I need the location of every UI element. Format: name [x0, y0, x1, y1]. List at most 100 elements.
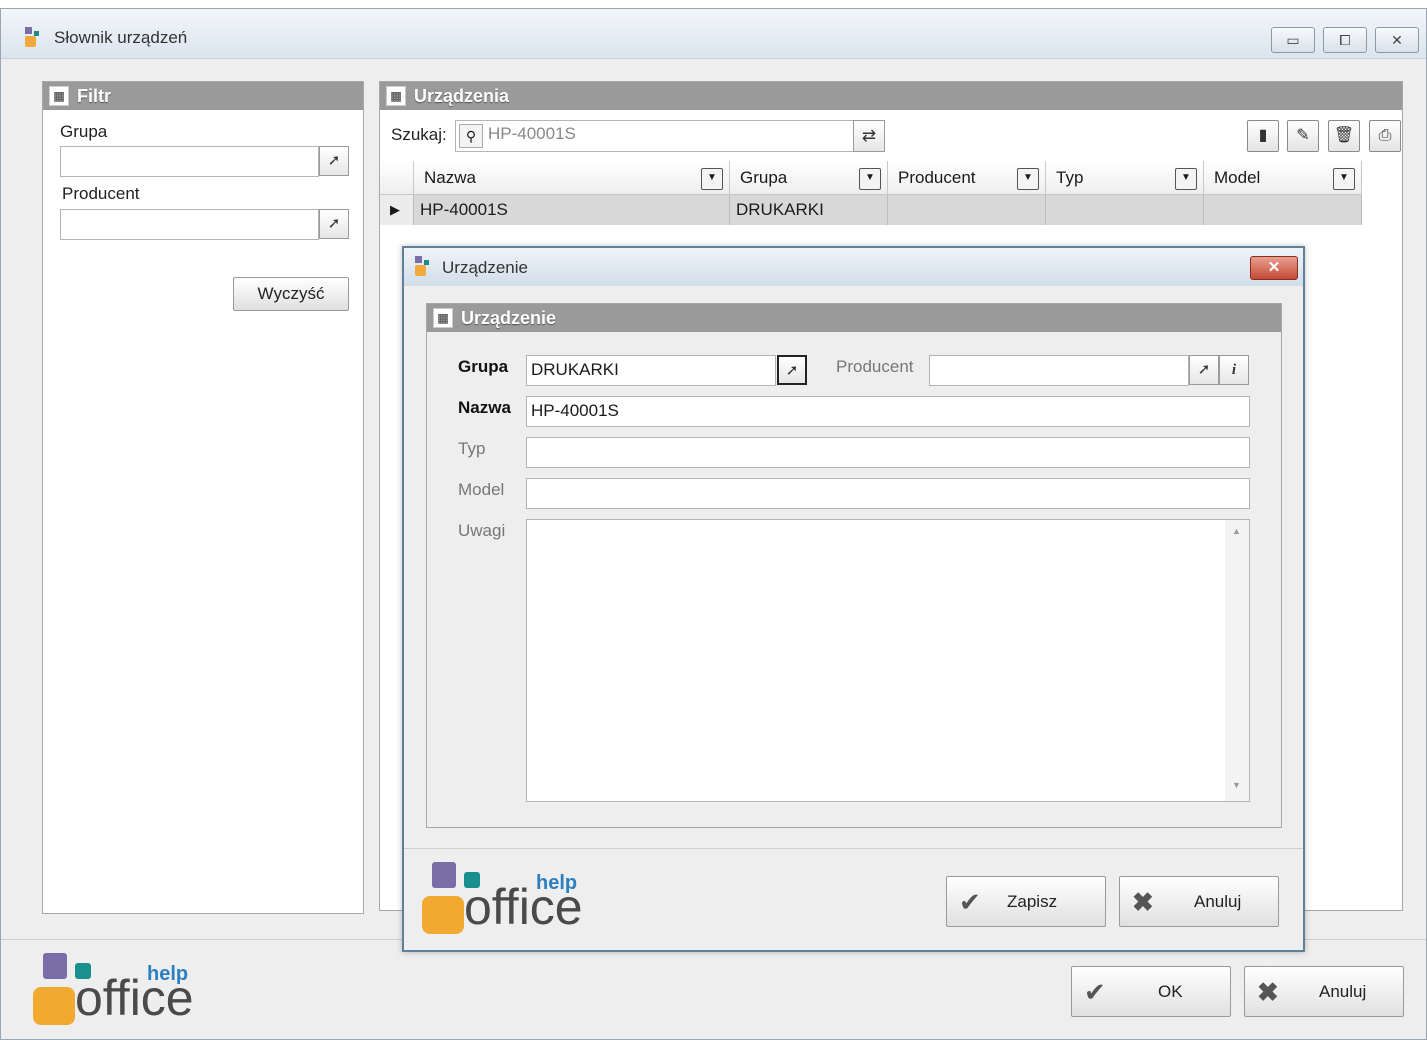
logo-office-text: office [75, 970, 194, 1026]
dialog-divider [404, 848, 1303, 849]
search-icon[interactable]: ⚲ [459, 124, 483, 148]
logo-office-text: office [464, 879, 583, 935]
close-window-button[interactable]: ✕ [1375, 27, 1419, 53]
nazwa-label: Nazwa [458, 398, 511, 417]
title-bar: Słownik urządzeń ▭ ⧠ ✕ [1, 9, 1426, 59]
cursor-icon: ➚ [327, 215, 341, 232]
uwagi-textarea[interactable] [526, 519, 1250, 802]
printer-icon: ⎙ [1378, 127, 1392, 144]
devices-grid: Nazwa ▼ Grupa ▼ Producent ▼ Typ ▼ Model … [380, 161, 1362, 227]
cross-icon: ✖ [1257, 977, 1279, 1007]
chevron-down-icon[interactable]: ▼ [859, 168, 881, 190]
app-icon [415, 256, 433, 278]
chevron-down-icon[interactable]: ▼ [1017, 168, 1039, 190]
new-document-icon: ▮ [1258, 127, 1268, 144]
cell-grupa[interactable]: DRUKARKI [730, 195, 888, 225]
search-input[interactable]: HP-40001S [455, 120, 855, 152]
minimize-icon: ▭ [1286, 32, 1300, 48]
dialog-cancel-label: Anuluj [1194, 892, 1242, 911]
filter-producent-pick-button[interactable]: ➚ [319, 209, 349, 239]
row-indicator-icon: ▶ [380, 195, 414, 225]
table-row[interactable]: ▶ HP-40001S DRUKARKI [380, 195, 1362, 225]
column-header-typ[interactable]: Typ ▼ [1046, 161, 1204, 195]
cell-nazwa[interactable]: HP-40001S [414, 195, 730, 225]
close-icon: ✕ [1391, 32, 1403, 48]
dialog-title-bar: Urządzenie ✕ [404, 248, 1303, 286]
device-panel: ▦ Urządzenie Grupa DRUKARKI ➚ Producent ➚… [426, 303, 1282, 828]
edit-button[interactable]: ✎ [1287, 120, 1319, 152]
column-header-label: Nazwa [424, 168, 476, 187]
main-cancel-button[interactable]: ✖ Anuluj [1244, 966, 1404, 1017]
main-cancel-label: Anuluj [1319, 982, 1367, 1001]
clear-filter-button[interactable]: Wyczyść [233, 277, 349, 311]
app-icon [25, 27, 43, 49]
cell-typ[interactable] [1046, 195, 1204, 225]
device-dialog: Urządzenie ✕ ▦ Urządzenie Grupa DRUKARKI … [402, 246, 1305, 952]
maximize-button[interactable]: ⧠ [1323, 27, 1367, 53]
cell-model[interactable] [1204, 195, 1362, 225]
checkmark-icon: ✔ [1084, 977, 1106, 1007]
nazwa-field[interactable]: HP-40001S [526, 396, 1250, 427]
help-office-logo: help office [31, 951, 211, 1031]
column-header-producent[interactable]: Producent ▼ [888, 161, 1046, 195]
grid-corner [380, 161, 414, 195]
column-header-label: Typ [1056, 168, 1084, 187]
info-icon: i [1231, 362, 1237, 378]
save-button[interactable]: ✔ Zapisz [946, 876, 1106, 927]
ok-button[interactable]: ✔ OK [1071, 966, 1231, 1017]
close-icon: ✕ [1267, 259, 1281, 276]
window-title: Słownik urządzeń [54, 28, 188, 47]
uwagi-label: Uwagi [458, 521, 506, 540]
producent-label: Producent [836, 357, 914, 376]
typ-field[interactable] [526, 437, 1250, 468]
trash-icon: 🗑 [1333, 127, 1355, 144]
chevron-down-icon[interactable]: ▼ [1175, 168, 1197, 190]
cursor-icon: ➚ [327, 152, 341, 169]
producent-pick-button[interactable]: ➚ [1189, 355, 1219, 385]
minimize-button[interactable]: ▭ [1271, 27, 1315, 53]
grupa-field[interactable]: DRUKARKI [526, 355, 776, 386]
column-header-model[interactable]: Model ▼ [1204, 161, 1362, 195]
scroll-down-icon[interactable]: ▼ [1232, 780, 1241, 790]
scroll-up-icon[interactable]: ▲ [1232, 526, 1241, 536]
producent-info-button[interactable]: i [1219, 355, 1249, 385]
producent-field[interactable] [929, 355, 1189, 386]
print-button[interactable]: ⎙ [1369, 120, 1401, 152]
filter-panel-title: Filtr [77, 86, 111, 106]
filter-grupa-field[interactable] [60, 146, 319, 177]
maximize-icon: ⧠ [1339, 32, 1351, 48]
filter-producent-label: Producent [62, 184, 140, 203]
pencil-icon: ✎ [1296, 127, 1310, 144]
column-header-nazwa[interactable]: Nazwa ▼ [414, 161, 730, 195]
cursor-icon: ➚ [785, 362, 799, 379]
devices-panel-header: ▦ Urządzenia [380, 82, 1402, 110]
grid-icon: ▦ [49, 86, 69, 106]
ok-button-label: OK [1158, 982, 1183, 1001]
search-label: Szukaj: [391, 125, 447, 144]
chevron-down-icon[interactable]: ▼ [1333, 168, 1355, 190]
column-header-label: Grupa [740, 168, 788, 187]
typ-label: Typ [458, 439, 486, 458]
dialog-title: Urządzenie [442, 258, 528, 277]
checkmark-icon: ✔ [959, 887, 981, 917]
refresh-button[interactable]: ⇄ [853, 120, 885, 152]
filter-panel-header: ▦ Filtr [43, 82, 363, 110]
grid-icon: ▦ [433, 308, 453, 328]
filter-grupa-pick-button[interactable]: ➚ [319, 146, 349, 176]
filter-producent-field[interactable] [60, 209, 319, 240]
help-office-logo: help office [420, 860, 600, 940]
delete-button[interactable]: 🗑 [1328, 120, 1360, 152]
dialog-close-button[interactable]: ✕ [1250, 256, 1298, 280]
grupa-pick-button[interactable]: ➚ [777, 355, 807, 385]
column-header-grupa[interactable]: Grupa ▼ [730, 161, 888, 195]
new-button[interactable]: ▮ [1247, 120, 1279, 152]
uwagi-scrollbar[interactable]: ▲ ▼ [1225, 520, 1249, 801]
cell-producent[interactable] [888, 195, 1046, 225]
device-panel-title: Urządzenie [461, 308, 557, 328]
filter-grupa-label: Grupa [60, 122, 108, 141]
grupa-label: Grupa [458, 357, 509, 376]
grid-icon: ▦ [386, 86, 406, 106]
model-field[interactable] [526, 478, 1250, 509]
chevron-down-icon[interactable]: ▼ [701, 168, 723, 190]
dialog-cancel-button[interactable]: ✖ Anuluj [1119, 876, 1279, 927]
